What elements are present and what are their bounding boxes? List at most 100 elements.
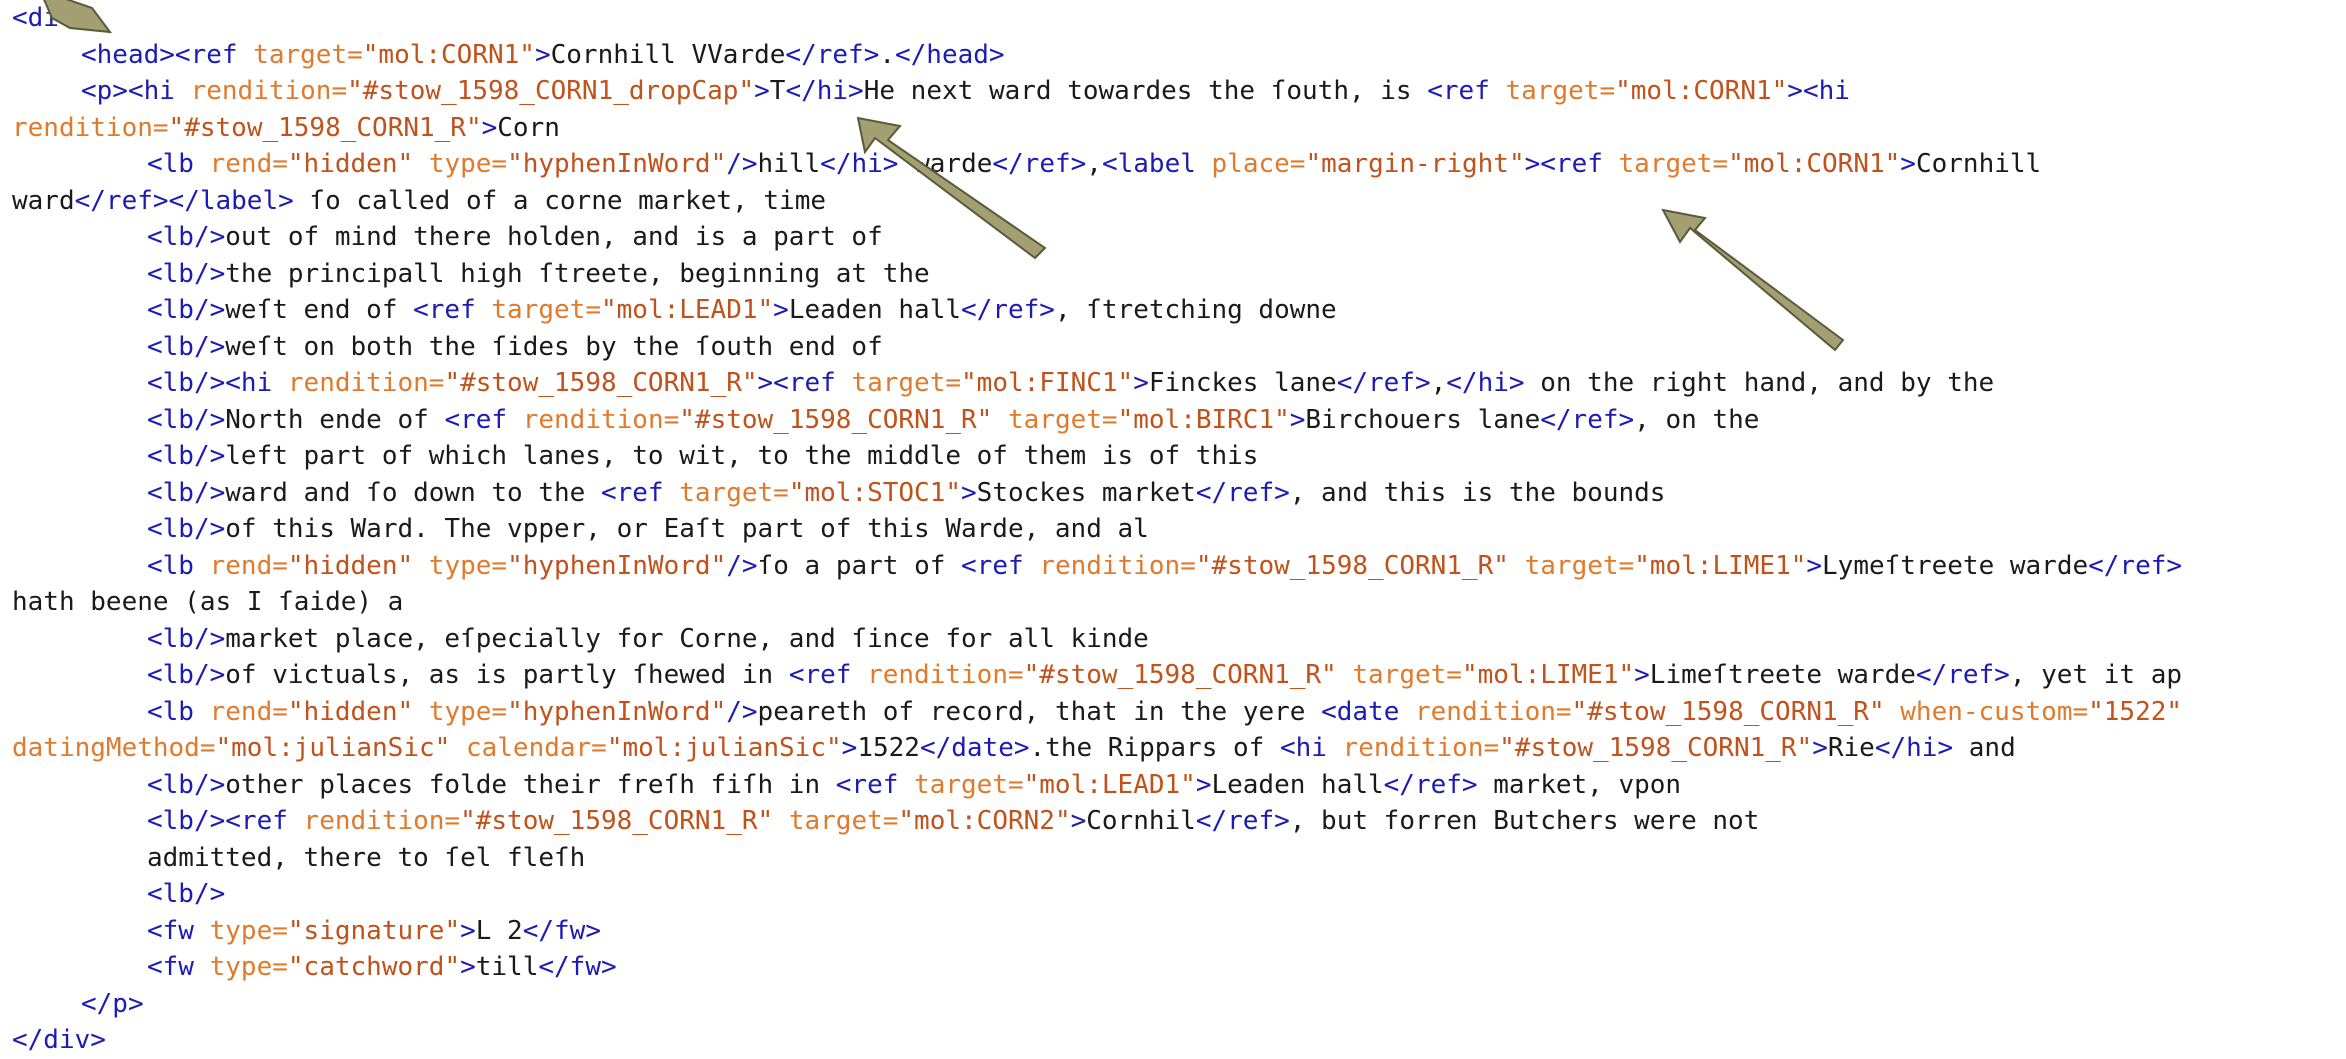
text-content: , [1430,368,1447,398]
xml-tag: </hi> [785,76,864,106]
xml-tag: <date [1321,696,1415,727]
attribute-name: target= [1008,404,1118,435]
attribute-name: rendition= [1342,733,1500,763]
code-line: <lb/>weſt on both the ſides by the ſouth… [12,329,2182,366]
xml-tag: <lb/> [147,477,226,508]
attribute-value: "mol:FINC1" [961,368,1134,398]
attribute-value: "mol:julianSic" [606,733,842,763]
xml-tag: </ref> [1915,660,2010,690]
xml-tag: </fw> [522,915,601,946]
code-line: <lb/><hi rendition="#stow_1598_CORN1_R">… [12,365,2182,402]
text-content: , yet it ap [2009,660,2183,690]
code-line: <lb/>ward and ſo down to the <ref target… [12,475,2182,512]
attribute-value: "#stow_1598_CORN1_R" [1571,696,1901,727]
code-line: datingMethod="mol:julianSic" calendar="m… [12,730,2182,767]
attribute-value: "mol:LIME1" [1634,550,1807,581]
code-line: <fw type="signature">L 2</fw> [12,913,2182,950]
xml-tag: <lb/> [147,295,226,325]
attribute-value: "mol:julianSic" [215,733,466,763]
attribute-name: target= [1352,660,1462,690]
attribute-name: type= [428,149,508,179]
xml-tag: </ref> [992,149,1087,179]
attribute-value: "mol:CORN1" [1728,149,1901,179]
xml-tag: > [1812,733,1828,763]
code-line: <p><hi rendition="#stow_1598_CORN1_dropC… [12,73,2182,110]
text-content: warde [898,149,993,179]
text-content: Stockes market [976,477,1196,508]
xml-tag: <lb/> [147,331,226,362]
attribute-name: rend= [209,149,288,179]
attribute-name: target= [253,39,363,70]
xml-tag: > [1634,660,1650,690]
attribute-name: rendition= [522,404,680,435]
attribute-name: rendition= [303,806,461,836]
xml-tag: <lb/> [147,441,226,471]
attribute-value: "hyphenInWord" [507,550,727,581]
text-content: of this Ward. The vpper, or Eaſt part of… [225,514,1149,544]
code-line: <lb/>market place, eſpecially for Corne,… [12,621,2182,658]
attribute-value: "mol:CORN2" [898,806,1071,836]
code-line: <lb rend="hidden" type="hyphenInWord"/>ſ… [12,548,2182,585]
text-content: , ſtretching downe [1054,295,1337,325]
text-content: , on the [1634,404,1760,435]
code-line: <lb/> [12,876,2182,913]
text-content: other places folde their freſh fiſh in [225,769,836,800]
xml-tag: <lb/> [147,258,226,289]
xml-tag: /> [726,149,758,179]
attribute-value: "#stow_1598_CORN1_dropCap" [347,76,755,106]
text-content: hath beene (as I ſaide) a [12,587,404,617]
code-line: <lb/>left part of which lanes, to wit, t… [12,438,2182,475]
text-content: L 2 [475,915,523,946]
text-content: Rie [1827,733,1875,763]
attribute-name: target= [679,477,789,508]
xml-tag: > [754,76,770,106]
code-view: <div> <head><ref target="mol:CORN1">Cornh… [12,0,2182,1059]
code-line: </div> [12,1022,2182,1059]
text-content: out of mind there holden, and is a part … [225,222,883,252]
code-line: hath beene (as I ſaide) a [12,584,2182,621]
xml-tag: </hi> [1874,733,1954,763]
attribute-value: "#stow_1598_CORN1_R" [1499,733,1813,763]
xml-tag: <lb [147,696,210,727]
attribute-name: place= [1211,149,1306,179]
attribute-name: target= [491,295,601,325]
xml-tag: <lb/> [147,514,226,544]
xml-tag: > [460,952,476,982]
xml-tag: > [1195,769,1212,800]
code-line: rendition="#stow_1598_CORN1_R">Corn [12,110,2182,147]
text-content: Cornhill [1915,149,2042,179]
xml-tag: </date> [919,733,1030,763]
attribute-value: "mol:CORN1" [362,39,535,70]
attribute-name: rendition= [12,112,169,143]
code-line: <lb/>weſt end of <ref target="mol:LEAD1"… [12,292,2182,329]
xml-tag: <ref [835,769,915,800]
xml-tag: <hi [1279,733,1343,763]
attribute-value: "#stow_1598_CORN1_R" [679,404,1008,435]
xml-tag: <lb/> [147,404,226,435]
xml-tag: <lb/><hi [147,368,288,398]
code-line: ward</ref></label> ſo called of a corne … [12,183,2182,220]
attribute-value: "mol:LEAD1" [600,295,774,325]
xml-tag: <lb/><ref [147,806,304,836]
text-content: Corn [497,112,560,143]
text-content: Limeſtreete warde [1649,660,1916,690]
code-line: <lb rend="hidden" type="hyphenInWord"/>p… [12,694,2182,731]
attribute-name: rendition= [1039,550,1196,581]
xml-tag: <ref [600,477,680,508]
attribute-name: rendition= [190,76,348,106]
text-content: admitted, there to ſel fleſh [147,842,586,873]
xml-tag: <lb/> [147,222,226,252]
attribute-name: rend= [209,550,288,581]
text-content: ſo called of a corne market, time [293,185,826,216]
xml-tag: </head> [895,39,1005,70]
text-content: and [1953,733,2016,763]
attribute-value: "#stow_1598_CORN1_R" [444,368,758,398]
attribute-name: rend= [209,696,288,727]
text-content: .the Rippars of [1029,733,1280,763]
attribute-name: type= [428,550,508,581]
text-content: He next ward towardes the ſouth, is [863,76,1428,106]
attribute-value: "mol:LIME1" [1461,660,1635,690]
text-content: Lymeſtreete warde [1822,550,2089,581]
xml-tag: </ref> [1540,404,1635,435]
text-content: 1522 [857,733,920,763]
